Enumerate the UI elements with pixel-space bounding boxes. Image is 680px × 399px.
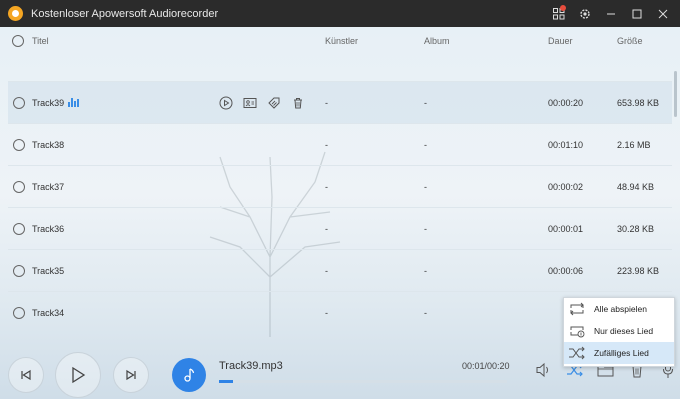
volume-icon[interactable] (534, 360, 554, 380)
track-title: Track39 (32, 97, 65, 108)
delete-track-icon[interactable] (290, 95, 306, 111)
track-duration: 00:01:10 (548, 139, 584, 150)
track-title: Track35 (32, 265, 65, 276)
table-row[interactable]: Track36 - - 00:00:01 30.28 KB (8, 207, 672, 249)
table-row[interactable]: Track37 - - 00:00:02 48.94 KB (8, 165, 672, 207)
row-select-radio[interactable] (13, 307, 25, 319)
close-icon[interactable] (652, 0, 674, 27)
shuffle-icon (567, 344, 587, 362)
row-select-radio[interactable] (13, 265, 25, 277)
track-album: - (424, 181, 427, 192)
now-playing-music-icon (172, 358, 206, 392)
track-duration: 00:00:01 (548, 223, 584, 234)
play-button[interactable] (55, 352, 101, 398)
track-size: 48.94 KB (617, 181, 655, 192)
row-select-radio[interactable] (13, 139, 25, 151)
track-duration: 00:00:02 (548, 181, 584, 192)
track-artist: - (325, 307, 328, 318)
track-size: 223.98 KB (617, 265, 660, 276)
table-row[interactable]: Track38 - - 00:01:10 2.16 MB (8, 123, 672, 165)
list-scrollbar[interactable] (674, 71, 677, 117)
header-title[interactable]: Titel (32, 36, 49, 46)
row-select-radio[interactable] (13, 181, 25, 193)
track-title: Track34 (32, 307, 65, 318)
main-content: Titel Künstler Album Dauer Größe Track39 (0, 27, 680, 399)
menu-item-shuffle[interactable]: Zufälliges Lied (564, 342, 674, 364)
row-select-radio[interactable] (13, 223, 25, 235)
header-duration[interactable]: Dauer (548, 36, 573, 46)
repeat-one-icon (567, 322, 587, 340)
title-bar: Kostenloser Apowersoft Audiorecorder (0, 0, 680, 27)
header-artist[interactable]: Künstler (325, 36, 358, 46)
track-artist: - (325, 181, 328, 192)
header-size[interactable]: Größe (617, 36, 643, 46)
track-album: - (424, 223, 427, 234)
track-title: Track38 (32, 139, 65, 150)
menu-item-play-all[interactable]: Alle abspielen (564, 298, 674, 320)
minimize-icon[interactable] (600, 0, 622, 27)
app-logo-icon (8, 6, 23, 21)
menu-item-label: Zufälliges Lied (594, 348, 649, 358)
next-track-button[interactable] (113, 357, 149, 393)
track-artist: - (325, 265, 328, 276)
track-album: - (424, 97, 427, 108)
menu-item-repeat-one[interactable]: Nur dieses Lied (564, 320, 674, 342)
repeat-all-icon (567, 300, 587, 318)
track-artist: - (325, 97, 328, 108)
table-header: Titel Künstler Album Dauer Größe (0, 27, 675, 55)
table-row[interactable]: Track35 - - 00:00:06 223.98 KB (8, 249, 672, 291)
apps-grid-icon[interactable] (548, 0, 570, 27)
play-track-icon[interactable] (218, 95, 234, 111)
track-duration: 00:00:20 (548, 97, 584, 108)
track-size: 653.98 KB (617, 97, 660, 108)
track-artist: - (325, 139, 328, 150)
track-title: Track37 (32, 181, 65, 192)
menu-item-label: Alle abspielen (594, 304, 647, 314)
track-size: 30.28 KB (617, 223, 655, 234)
playback-time: 00:01/00:20 (462, 361, 510, 371)
header-album[interactable]: Album (424, 36, 450, 46)
progress-fill (219, 380, 234, 383)
progress-bar[interactable] (219, 380, 507, 383)
ringtone-tag-icon[interactable] (266, 95, 282, 111)
notification-dot (560, 5, 566, 11)
id3-info-icon[interactable] (242, 95, 258, 111)
track-album: - (424, 139, 427, 150)
previous-track-button[interactable] (8, 357, 44, 393)
now-playing-title: Track39.mp3 (219, 360, 283, 372)
window-title: Kostenloser Apowersoft Audiorecorder (31, 7, 219, 20)
maximize-icon[interactable] (626, 0, 648, 27)
track-duration: 00:00:06 (548, 265, 584, 276)
play-mode-menu: Alle abspielen Nur dieses Lied Zufällige… (563, 297, 675, 367)
select-all-radio[interactable] (12, 35, 24, 47)
track-artist: - (325, 223, 328, 234)
track-album: - (424, 265, 427, 276)
track-size: 2.16 MB (617, 139, 651, 150)
row-select-radio[interactable] (13, 97, 25, 109)
settings-gear-icon[interactable] (574, 0, 596, 27)
menu-item-label: Nur dieses Lied (594, 326, 654, 336)
track-album: - (424, 307, 427, 318)
table-row[interactable]: Track39 - - 00:00:20 653.98 KB (8, 81, 672, 123)
track-title: Track36 (32, 223, 65, 234)
playing-equalizer-icon (68, 98, 79, 107)
